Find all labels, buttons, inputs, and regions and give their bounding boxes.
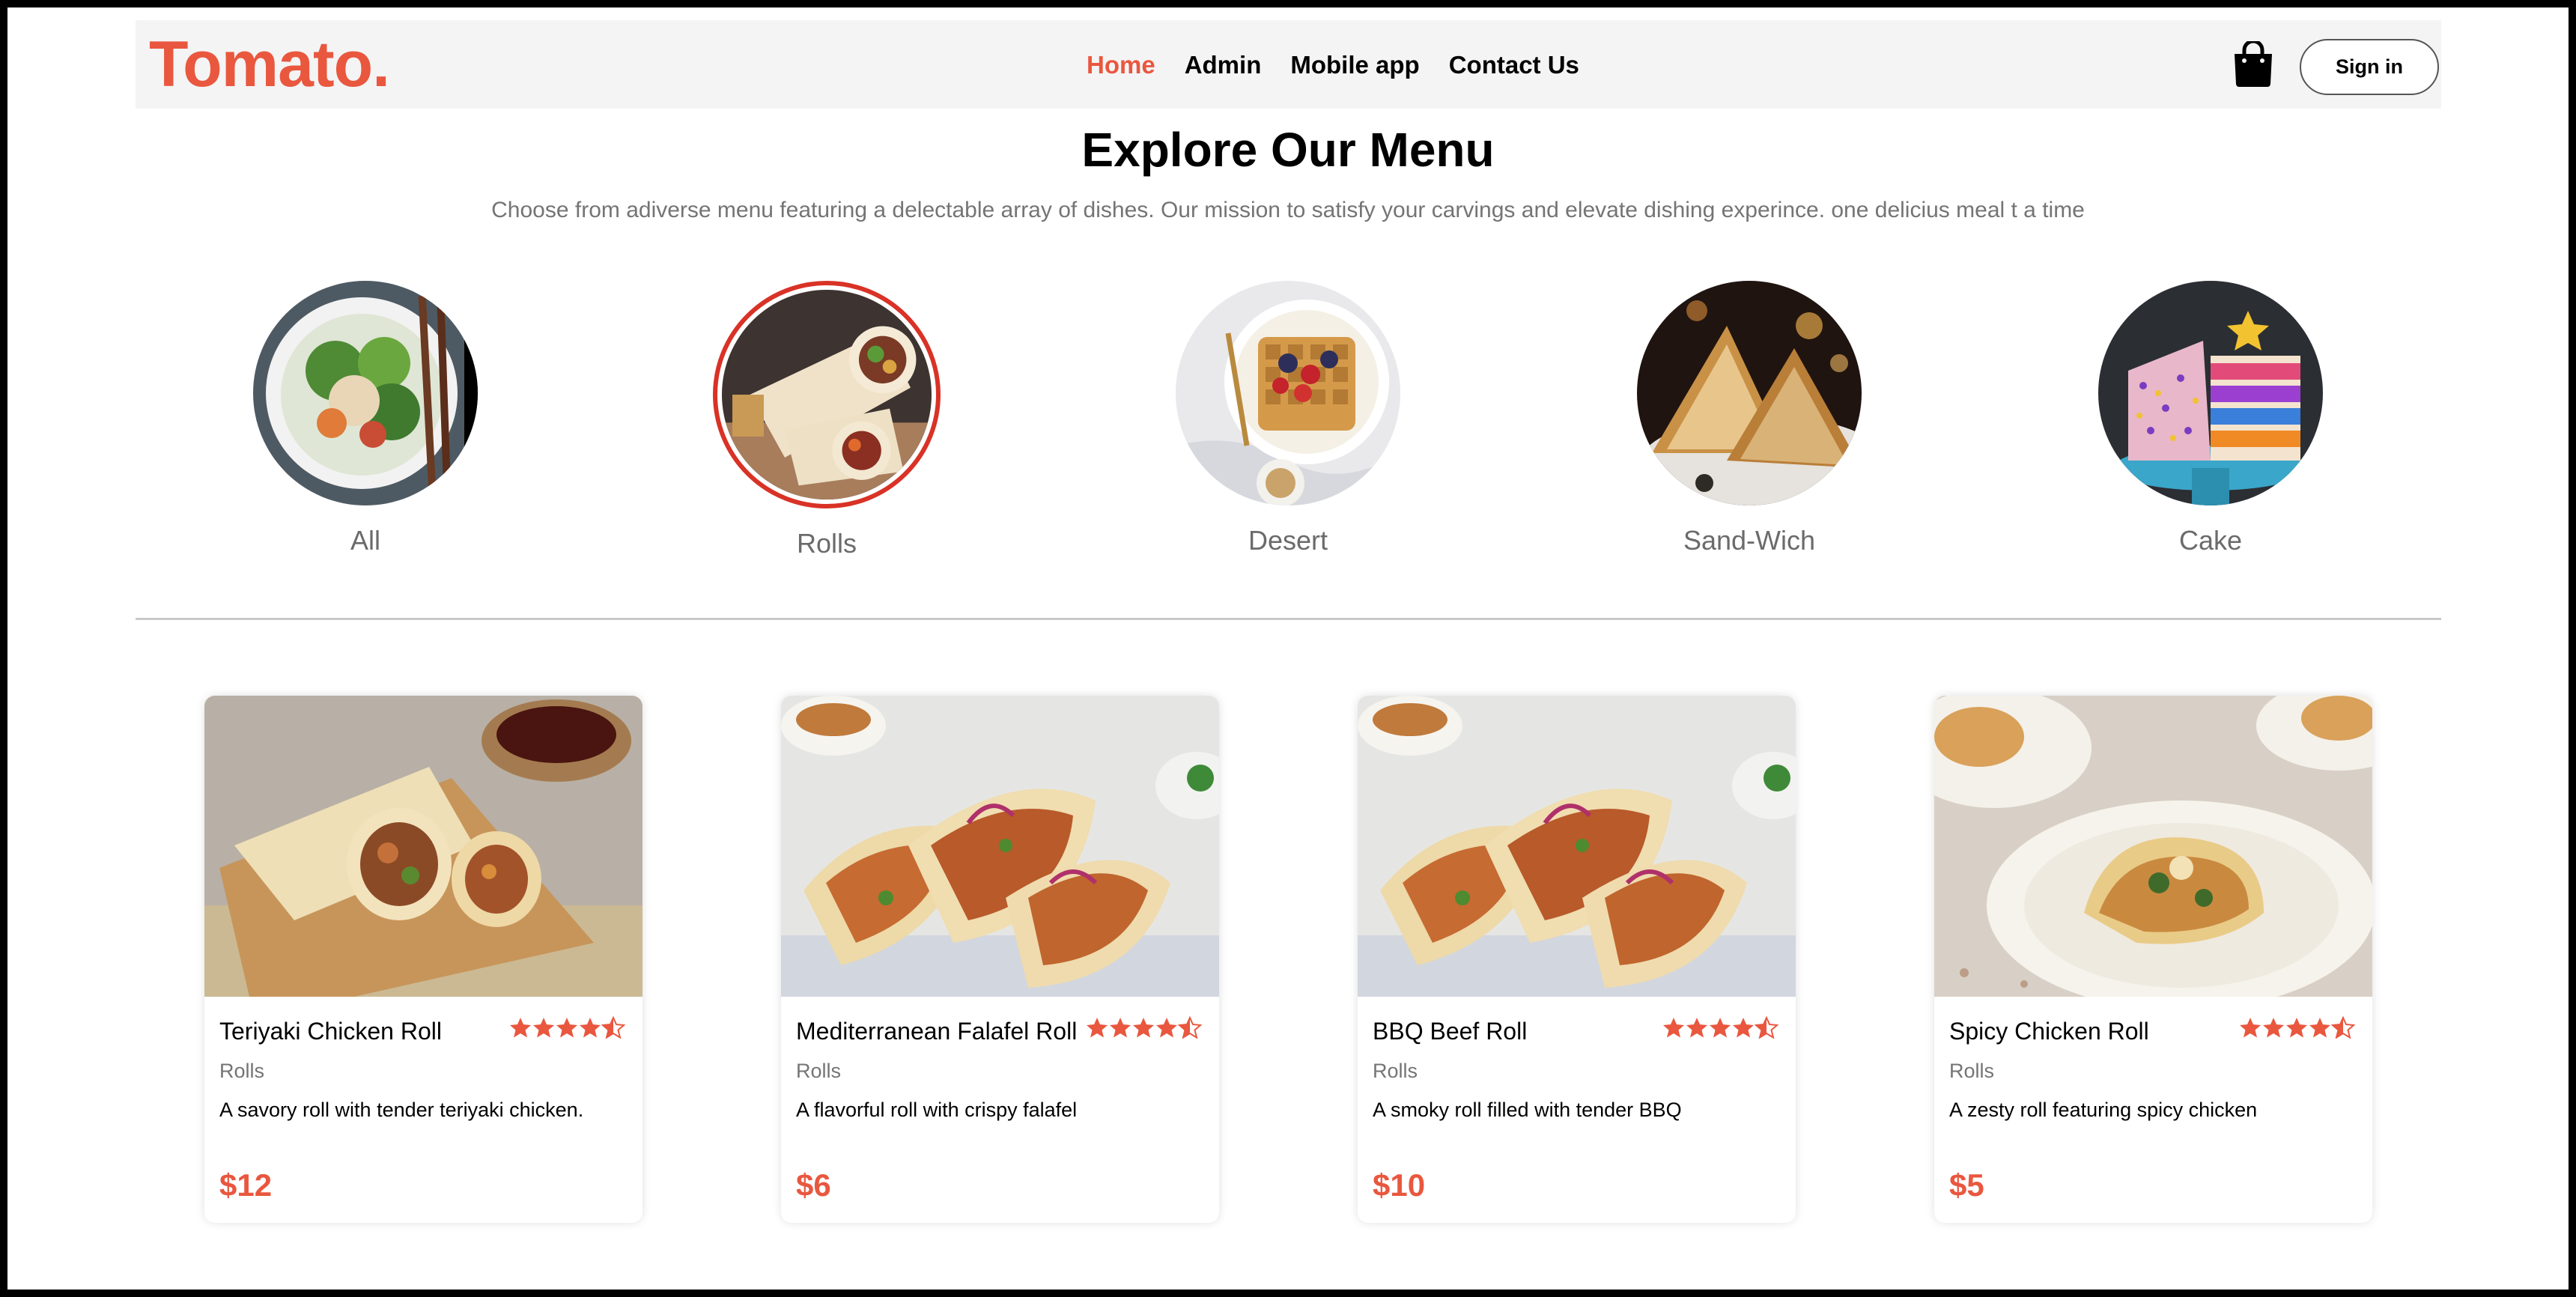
sign-in-button[interactable]: Sign in [2300,39,2439,95]
food-price: $6 [796,1167,831,1203]
food-image [204,696,643,997]
food-name: Teriyaki Chicken Roll [219,1018,442,1045]
food-price: $10 [1373,1167,1426,1203]
category-image-sand-wich [1637,281,1862,505]
page-subtitle: Choose from adiverse menu featuring a de… [491,198,2085,222]
food-description: A zesty roll featuring spicy chicken [1949,1099,2258,1121]
food-description: A smoky roll filled with tender BBQ [1373,1099,1682,1121]
nav-item-home[interactable]: Home [1087,50,1155,80]
rating-stars-icon [510,1016,626,1039]
food-card[interactable]: Teriyaki Chicken Roll Rolls A savory rol… [204,696,643,1223]
category-label-all: All [350,525,380,556]
category-all[interactable]: All [246,281,485,556]
rating-stars-icon [1087,1016,1203,1039]
category-label-sand-wich: Sand-Wich [1683,525,1816,556]
food-card[interactable]: Spicy Chicken Roll Rolls A zesty roll fe… [1934,696,2372,1223]
food-category: Rolls [219,1060,265,1082]
food-category: Rolls [1949,1060,1995,1082]
food-description: A savory roll with tender teriyaki chick… [219,1099,584,1121]
shopping-bag-icon[interactable] [2232,41,2275,88]
food-image [1934,696,2372,997]
category-desert[interactable]: Desert [1168,281,1408,556]
divider [136,618,2441,620]
food-category: Rolls [1373,1060,1418,1082]
food-image [1358,696,1796,997]
rating-stars-icon [2240,1016,2356,1039]
category-sand-wich[interactable]: Sand-Wich [1629,281,1869,556]
food-card[interactable]: Mediterranean Falafel Roll Rolls A flavo… [781,696,1219,1223]
category-image-rolls [713,281,941,508]
page-title: Explore Our Menu [1081,123,1495,177]
food-price: $5 [1949,1167,1984,1203]
food-price: $12 [219,1167,273,1203]
food-name: BBQ Beef Roll [1373,1018,1528,1045]
nav-item-contact-us[interactable]: Contact Us [1449,50,1579,80]
food-name: Mediterranean Falafel Roll [796,1018,1078,1045]
rating-stars-icon [1663,1016,1779,1039]
category-image-cake [2098,281,2323,505]
category-image-all [253,281,478,505]
nav-item-admin[interactable]: Admin [1185,50,1262,80]
navbar: Tomato. Home Admin Mobile app Contact Us… [136,20,2441,109]
nav-menu: Home Admin Mobile app Contact Us [1087,50,1579,80]
category-label-desert: Desert [1248,525,1328,556]
category-image-desert [1176,281,1400,505]
food-card[interactable]: BBQ Beef Roll Rolls A smoky roll filled … [1358,696,1796,1223]
category-cake[interactable]: Cake [2091,281,2330,556]
food-name: Spicy Chicken Roll [1949,1018,2149,1045]
page: Tomato. Home Admin Mobile app Contact Us… [7,7,2569,1290]
category-rolls[interactable]: Rolls [707,281,947,559]
nav-item-mobile-app[interactable]: Mobile app [1290,50,1419,80]
food-image [781,696,1219,997]
food-description: A flavorful roll with crispy falafel [796,1099,1078,1121]
food-category: Rolls [796,1060,842,1082]
category-label-rolls: Rolls [796,528,857,559]
category-label-cake: Cake [2178,525,2243,556]
logo[interactable]: Tomato. [149,31,390,98]
